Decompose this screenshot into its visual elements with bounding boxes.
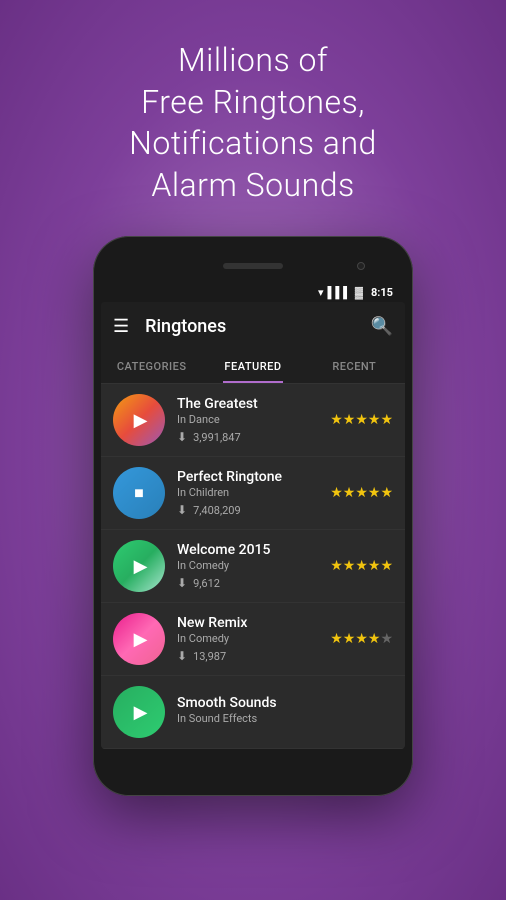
- download-count-2: 7,408,209: [193, 504, 241, 517]
- song-thumb-5: ▶: [113, 686, 165, 738]
- phone-body: ▾ ▌▌▌ ▓ 8:15 ☰ Ringtones 🔍 CATEGORIES FE…: [93, 236, 413, 796]
- play-icon-3: ▶: [134, 556, 148, 577]
- download-count-1: 3,991,847: [193, 431, 241, 444]
- stars-2: ★★★★★: [330, 485, 393, 501]
- tab-recent[interactable]: RECENT: [304, 350, 405, 383]
- song-name-1: The Greatest: [177, 396, 330, 412]
- song-list: ▶ The Greatest In Dance ⬇ 3,991,847 ★★★★…: [101, 384, 405, 749]
- song-item-4[interactable]: ▶ New Remix In Comedy ⬇ 13,987 ★★★★★: [101, 603, 405, 676]
- song-info-3: Welcome 2015 In Comedy ⬇ 9,612: [177, 542, 330, 590]
- song-name-4: New Remix: [177, 615, 330, 631]
- song-thumb-4: ▶: [113, 613, 165, 665]
- song-info-4: New Remix In Comedy ⬇ 13,987: [177, 615, 330, 663]
- app-title: Ringtones: [145, 316, 370, 337]
- hero-headline: Millions of Free Ringtones, Notification…: [0, 40, 506, 206]
- tab-categories[interactable]: CATEGORIES: [101, 350, 202, 383]
- download-icon-3: ⬇: [177, 576, 187, 590]
- song-item-3[interactable]: ▶ Welcome 2015 In Comedy ⬇ 9,612 ★★★★★: [101, 530, 405, 603]
- signal-icon: ▌▌▌: [328, 286, 351, 299]
- stop-icon-2: ■: [134, 483, 144, 503]
- app-screen: ☰ Ringtones 🔍 CATEGORIES FEATURED RECENT: [101, 302, 405, 749]
- download-icon-2: ⬇: [177, 503, 187, 517]
- song-category-1: In Dance: [177, 413, 330, 426]
- phone-top-bar: [101, 254, 405, 278]
- play-icon-1: ▶: [134, 410, 148, 431]
- song-thumb-3: ▶: [113, 540, 165, 592]
- phone-speaker: [223, 263, 283, 269]
- song-thumb-2: ■: [113, 467, 165, 519]
- song-item-5[interactable]: ▶ Smooth Sounds In Sound Effects: [101, 676, 405, 749]
- song-category-4: In Comedy: [177, 632, 330, 645]
- download-count-3: 9,612: [193, 577, 220, 590]
- status-icons: ▾ ▌▌▌ ▓ 8:15: [318, 286, 393, 299]
- phone-mockup: ▾ ▌▌▌ ▓ 8:15 ☰ Ringtones 🔍 CATEGORIES FE…: [0, 236, 506, 796]
- stars-3: ★★★★★: [330, 558, 393, 574]
- song-meta-3: ⬇ 9,612: [177, 576, 330, 590]
- song-name-5: Smooth Sounds: [177, 695, 393, 711]
- song-category-5: In Sound Effects: [177, 712, 393, 725]
- song-name-3: Welcome 2015: [177, 542, 330, 558]
- song-info-2: Perfect Ringtone In Children ⬇ 7,408,209: [177, 469, 330, 517]
- status-time: 8:15: [371, 286, 393, 299]
- song-info-1: The Greatest In Dance ⬇ 3,991,847: [177, 396, 330, 444]
- song-category-2: In Children: [177, 486, 330, 499]
- song-category-3: In Comedy: [177, 559, 330, 572]
- song-item-2[interactable]: ■ Perfect Ringtone In Children ⬇ 7,408,2…: [101, 457, 405, 530]
- download-icon-4: ⬇: [177, 649, 187, 663]
- song-meta-2: ⬇ 7,408,209: [177, 503, 330, 517]
- hero-section: Millions of Free Ringtones, Notification…: [0, 0, 506, 226]
- song-info-5: Smooth Sounds In Sound Effects: [177, 695, 393, 729]
- tab-featured[interactable]: FEATURED: [202, 350, 303, 383]
- stars-1: ★★★★★: [330, 412, 393, 428]
- song-thumb-1: ▶: [113, 394, 165, 446]
- song-item-1[interactable]: ▶ The Greatest In Dance ⬇ 3,991,847 ★★★★…: [101, 384, 405, 457]
- menu-button[interactable]: ☰: [113, 316, 129, 337]
- wifi-icon: ▾: [318, 286, 324, 299]
- download-icon-1: ⬇: [177, 430, 187, 444]
- stars-4: ★★★★★: [330, 631, 393, 647]
- search-button[interactable]: 🔍: [371, 316, 393, 337]
- hero-text: Millions of Free Ringtones, Notification…: [0, 0, 506, 226]
- phone-camera: [357, 262, 365, 270]
- tab-bar: CATEGORIES FEATURED RECENT: [101, 350, 405, 384]
- app-bar: ☰ Ringtones 🔍: [101, 302, 405, 350]
- play-icon-4: ▶: [134, 629, 148, 650]
- song-name-2: Perfect Ringtone: [177, 469, 330, 485]
- battery-icon: ▓: [355, 286, 363, 299]
- song-meta-4: ⬇ 13,987: [177, 649, 330, 663]
- play-icon-5: ▶: [134, 702, 148, 723]
- song-meta-1: ⬇ 3,991,847: [177, 430, 330, 444]
- status-bar: ▾ ▌▌▌ ▓ 8:15: [101, 282, 405, 302]
- download-count-4: 13,987: [193, 650, 226, 663]
